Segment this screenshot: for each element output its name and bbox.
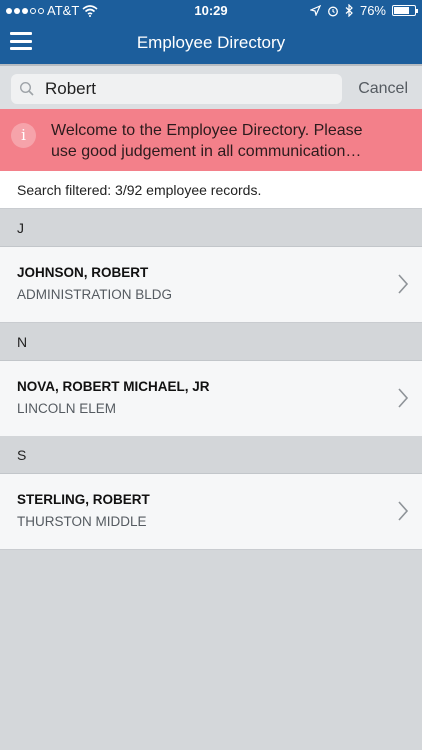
filter-text: Search filtered: 3/92 employee records. [17,182,262,198]
employee-location: ADMINISTRATION BLDG [17,287,173,302]
search-field[interactable] [11,74,342,104]
chevron-right-icon [398,274,409,294]
battery-percent: 76% [359,3,386,18]
filter-status: Search filtered: 3/92 employee records. [0,171,422,209]
employee-name: NOVA, ROBERT MICHAEL, JR [17,379,210,394]
top-bar: AT&T 10:29 76% Employee Directory [0,0,422,64]
status-right: 76% [309,3,418,18]
search-bar: Cancel [0,64,422,109]
location-icon [309,5,321,16]
employee-name: STERLING, ROBERT [17,492,150,507]
section-letter: J [17,220,24,236]
info-icon: i [11,123,36,148]
cancel-button[interactable]: Cancel [358,80,408,98]
employee-name: JOHNSON, ROBERT [17,265,149,280]
section-letter: N [17,334,28,350]
employee-row[interactable]: STERLING, ROBERT THURSTON MIDDLE [0,474,422,550]
employee-row[interactable]: NOVA, ROBERT MICHAEL, JR LINCOLN ELEM [0,361,422,437]
employee-location: LINCOLN ELEM [17,401,117,416]
section-letter: S [17,447,27,463]
search-icon [19,81,34,96]
chevron-right-icon [398,388,409,408]
welcome-banner[interactable]: i Welcome to the Employee Directory. Ple… [0,109,422,171]
page-title: Employee Directory [136,33,286,52]
nav-bar: Employee Directory [0,22,422,64]
battery-icon [392,5,418,16]
employee-row[interactable]: JOHNSON, ROBERT ADMINISTRATION BLDG [0,247,422,323]
battery-fill [394,7,410,14]
alarm-icon [328,6,338,16]
banner-text: Welcome to the Employee Directory. Pleas… [51,122,363,160]
chevron-right-icon [398,501,409,521]
status-bar: AT&T 10:29 76% [0,0,422,22]
section-header-s: S [0,436,422,474]
section-header-n: N [0,323,422,361]
section-header-j: J [0,209,422,247]
bluetooth-icon [345,4,353,17]
employee-location: THURSTON MIDDLE [17,514,147,529]
search-input[interactable] [45,74,335,104]
